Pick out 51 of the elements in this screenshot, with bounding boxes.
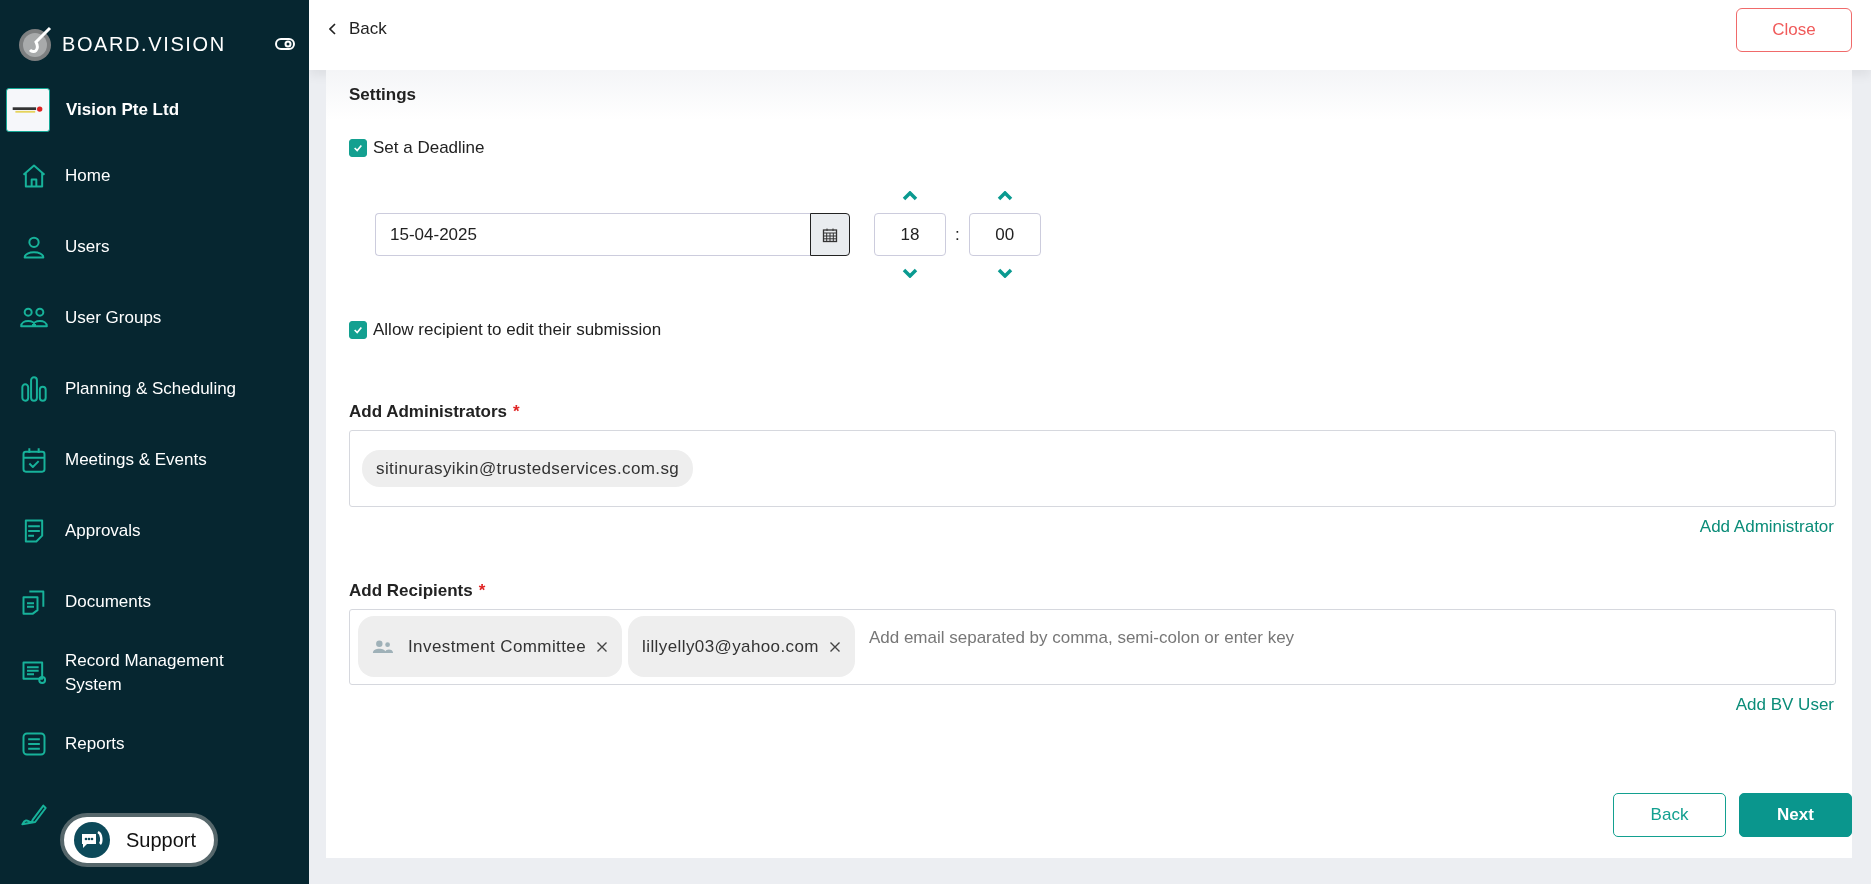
sidebar-item[interactable]: Home: [0, 140, 309, 211]
sidebar-item[interactable]: Planning & Scheduling: [0, 353, 309, 424]
check-icon: [353, 143, 363, 153]
chevron-down-icon[interactable]: [902, 266, 918, 280]
back-link[interactable]: Back: [329, 19, 387, 39]
time-field[interactable]: 18: [874, 213, 946, 256]
sidebar-item[interactable]: User Groups: [0, 282, 309, 353]
field-label: Add Administrators: [349, 402, 508, 422]
calendar-button[interactable]: [810, 213, 850, 256]
remove-icon[interactable]: [596, 640, 609, 653]
check-icon: [353, 325, 363, 335]
time-separator: :: [955, 224, 960, 245]
time-field[interactable]: 00: [968, 213, 1041, 256]
toggle-icon[interactable]: [275, 38, 295, 50]
sidebar-item[interactable]: Reports: [0, 708, 309, 779]
support-button[interactable]: Support: [60, 813, 218, 867]
people-icon: [372, 639, 394, 654]
sidebar-item[interactable]: Meetings & Events: [0, 424, 309, 495]
sidebar-item[interactable]: Approvals: [0, 495, 309, 566]
organization-logo: [6, 88, 50, 132]
bars-icon: [20, 374, 48, 403]
calendar-check-icon: [20, 445, 48, 474]
chip: lillyelly03@yahoo.com: [628, 616, 855, 677]
sidebar-item[interactable]: Record Management System: [0, 637, 309, 708]
checkbox[interactable]: [349, 321, 367, 339]
required-mark: *: [478, 581, 486, 601]
chevron-down-icon[interactable]: [996, 266, 1013, 280]
organization-name: Vision Pte Ltd: [66, 100, 180, 120]
section-title: Settings: [349, 85, 417, 105]
chevron-up-icon[interactable]: [902, 189, 918, 203]
chip: Investment Committee: [358, 616, 623, 677]
recipients-field[interactable]: Investment Committee lillyelly03@yahoo.com Add email separated by comma, semi-colon or enter key: [349, 609, 1836, 685]
sidebar-item[interactable]: Documents: [0, 566, 309, 637]
add-link[interactable]: Add BV User: [1735, 695, 1834, 715]
chat-icon: [74, 822, 110, 858]
checkbox-label: Allow recipient to edit their submission: [373, 320, 662, 340]
required-mark: *: [513, 402, 520, 422]
chip: sitinurasyikin@trustedservices.com.sg: [362, 450, 694, 487]
brand-name: BOARD.VISION: [62, 32, 227, 56]
next-button[interactable]: Next: [1739, 793, 1852, 837]
remove-icon[interactable]: [828, 640, 841, 653]
calendar-icon: [822, 226, 838, 243]
date-field[interactable]: 15-04-2025: [375, 213, 810, 256]
sidebar-item[interactable]: Users: [0, 211, 309, 282]
chevron-left-icon: [329, 23, 337, 35]
administrators-field[interactable]: sitinurasyikin@trustedservices.com.sg: [349, 430, 1836, 507]
checkbox-label: Set a Deadline: [373, 138, 485, 158]
add-link[interactable]: Add Administrator: [1699, 517, 1834, 537]
checkbox[interactable]: [349, 139, 367, 157]
chevron-up-icon[interactable]: [996, 189, 1013, 203]
field-label: Add Recipients: [349, 581, 473, 601]
